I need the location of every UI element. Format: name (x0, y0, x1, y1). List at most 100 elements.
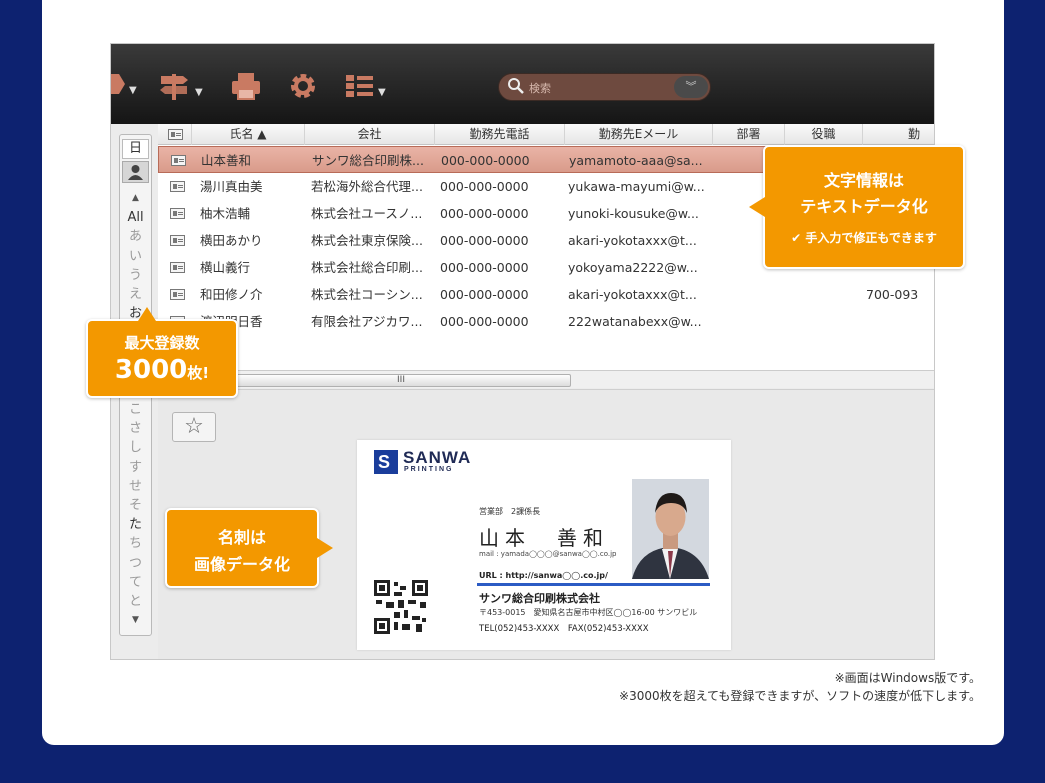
chevron-down-icon: ︾ (685, 80, 697, 93)
favorite-star-button[interactable]: ☆ (172, 412, 216, 442)
index-letter[interactable]: し (120, 438, 151, 457)
cell-company: サンワ総合印刷株... (312, 153, 424, 168)
cell-email: akari-yokotaxxx@t... (568, 287, 697, 302)
card-url: URL : http://sanwa◯◯.co.jp/ (479, 571, 608, 580)
max-number: 3000 (114, 355, 188, 385)
index-letter[interactable]: あ (120, 227, 151, 246)
card-mail: mail : yamada◯◯◯@sanwa◯◯.co.jp (479, 550, 617, 558)
sanwa-logo-mark: S (374, 450, 398, 474)
logo-subtext: PRINTING (404, 466, 454, 473)
max-registration-callout: 最大登録数 3000枚! (86, 307, 238, 398)
person-icon (128, 165, 143, 180)
text-data-callout: 文字情報は テキストデータ化 ✔ 手入力で修正もできます (749, 145, 965, 269)
header-department[interactable]: 部署 (713, 124, 785, 145)
index-letter[interactable]: ち (120, 534, 151, 553)
cell-email: yukawa-mayumi@w... (568, 179, 705, 194)
horizontal-scrollbar[interactable]: III (158, 370, 934, 388)
cell-email: yamamoto-aaa@sa... (569, 153, 703, 168)
index-letter[interactable]: た (120, 515, 151, 534)
cell-company: 株式会社東京保険... (311, 233, 423, 248)
gear-icon[interactable] (287, 70, 319, 104)
index-scroll-up[interactable]: ▲ (120, 189, 151, 208)
star-icon: ☆ (184, 414, 204, 439)
cell-name: 湯川真由美 (200, 179, 263, 194)
kanji-index-button[interactable]: 日 (122, 139, 149, 159)
index-letter[interactable]: と (120, 592, 151, 611)
index-letter[interactable]: い (120, 247, 151, 266)
table-row[interactable]: 渡辺明日香有限会社アジカワ...000-000-0000222watanabex… (158, 308, 934, 335)
header-work-email[interactable]: 勤務先Eメール (565, 124, 713, 145)
person-index-button[interactable] (122, 161, 149, 183)
card-address: 〒453-0015 愛知県名古屋市中村区◯◯16-00 サンワビル (479, 608, 698, 617)
search-input[interactable] (529, 78, 669, 98)
search-box[interactable]: ︾ (498, 73, 711, 101)
cell-phone: 000-000-0000 (440, 260, 529, 275)
logo-text: SANWA (403, 448, 472, 467)
text-data-line2: テキストデータ化 (800, 197, 928, 216)
max-unit: 枚! (187, 364, 210, 382)
index-letter[interactable]: え (120, 285, 151, 304)
header-card-icon-column[interactable] (158, 124, 192, 145)
index-letter[interactable]: う (120, 266, 151, 285)
search-icon (508, 78, 524, 94)
cell-phone: 000-000-0000 (440, 206, 529, 221)
index-letter[interactable]: そ (120, 496, 151, 515)
cell-email: yokoyama2222@w... (568, 260, 698, 275)
cell-company: 株式会社コーシン... (311, 287, 423, 302)
index-letter[interactable]: て (120, 573, 151, 592)
cell-phone: 000-000-0000 (441, 153, 530, 168)
card-icon (170, 181, 185, 192)
card-company: サンワ総合印刷株式会社 (479, 592, 600, 605)
card-divider (477, 583, 710, 586)
index-letter[interactable]: す (120, 458, 151, 477)
portrait-photo (632, 479, 709, 579)
search-dropdown-button[interactable]: ︾ (674, 76, 708, 98)
card-name: 山本 善和 (479, 526, 609, 550)
card-tel: TEL(052)453-XXXX FAX(052)453-XXXX (479, 624, 649, 634)
index-letter[interactable]: つ (120, 554, 151, 573)
cell-phone: 000-000-0000 (440, 287, 529, 302)
header-name[interactable]: 氏名 ▲ (192, 124, 305, 145)
cell-phone: 000-000-0000 (440, 314, 529, 329)
card-icon (170, 289, 185, 300)
header-company[interactable]: 会社 (305, 124, 435, 145)
footnote-windows: ※画面はWindows版です。 (834, 671, 981, 685)
header-workplace[interactable]: 勤 (863, 124, 934, 145)
card-icon (170, 235, 185, 246)
index-scroll-down[interactable]: ▼ (120, 611, 151, 630)
text-data-line1: 文字情報は (823, 171, 904, 190)
footnote-speed: ※3000枚を超えても登録できますが、ソフトの速度が低下します。 (619, 689, 981, 703)
signpost-icon[interactable]: ▼ (157, 70, 203, 104)
card-title: 営業部 2課係長 (479, 507, 541, 516)
cell-phone: 000-000-0000 (440, 179, 529, 194)
cell-name: 横山義行 (200, 260, 251, 275)
cell-company: 株式会社総合印刷... (311, 260, 423, 275)
header-position[interactable]: 役職 (785, 124, 863, 145)
cell-name: 柚木浩輔 (200, 206, 251, 221)
image-line1: 名刺は (217, 528, 266, 547)
horizontal-scroll-thumb[interactable]: III (231, 374, 571, 387)
toolbar: ▼ ▼ ▼ ︾ (111, 44, 934, 124)
image-line2: 画像データ化 (193, 555, 290, 574)
tag-icon[interactable]: ▼ (111, 70, 137, 104)
printer-icon[interactable] (229, 70, 263, 104)
list-view-icon[interactable]: ▼ (344, 70, 386, 104)
table-header: 氏名 ▲ 会社 勤務先電話 勤務先Eメール 部署 役職 勤 (158, 124, 934, 145)
index-all[interactable]: All (120, 208, 151, 227)
index-letters: ▲ All あ い う え お か き く け こ さ し す せ そ た ち … (120, 189, 151, 630)
index-letter[interactable]: せ (120, 477, 151, 496)
max-line1: 最大登録数 (124, 334, 200, 352)
index-letter[interactable]: こ (120, 400, 151, 419)
cell-workplace: 700-093 (866, 287, 919, 302)
cell-name: 山本善和 (201, 153, 252, 168)
cell-email: akari-yokotaxxx@t... (568, 233, 697, 248)
index-letter[interactable]: さ (120, 419, 151, 438)
card-icon (170, 262, 185, 273)
cell-email: 222watanabexx@w... (568, 314, 702, 329)
header-work-phone[interactable]: 勤務先電話 (435, 124, 565, 145)
table-row[interactable]: 和田修ノ介 株式会社コーシン... 000-000-0000 akari-yokota… (158, 281, 934, 308)
cell-phone: 000-000-0000 (440, 233, 529, 248)
image-data-callout: 名刺は 画像データ化 (165, 508, 333, 588)
cell-name: 和田修ノ介 (200, 287, 263, 302)
card-icon (170, 208, 185, 219)
